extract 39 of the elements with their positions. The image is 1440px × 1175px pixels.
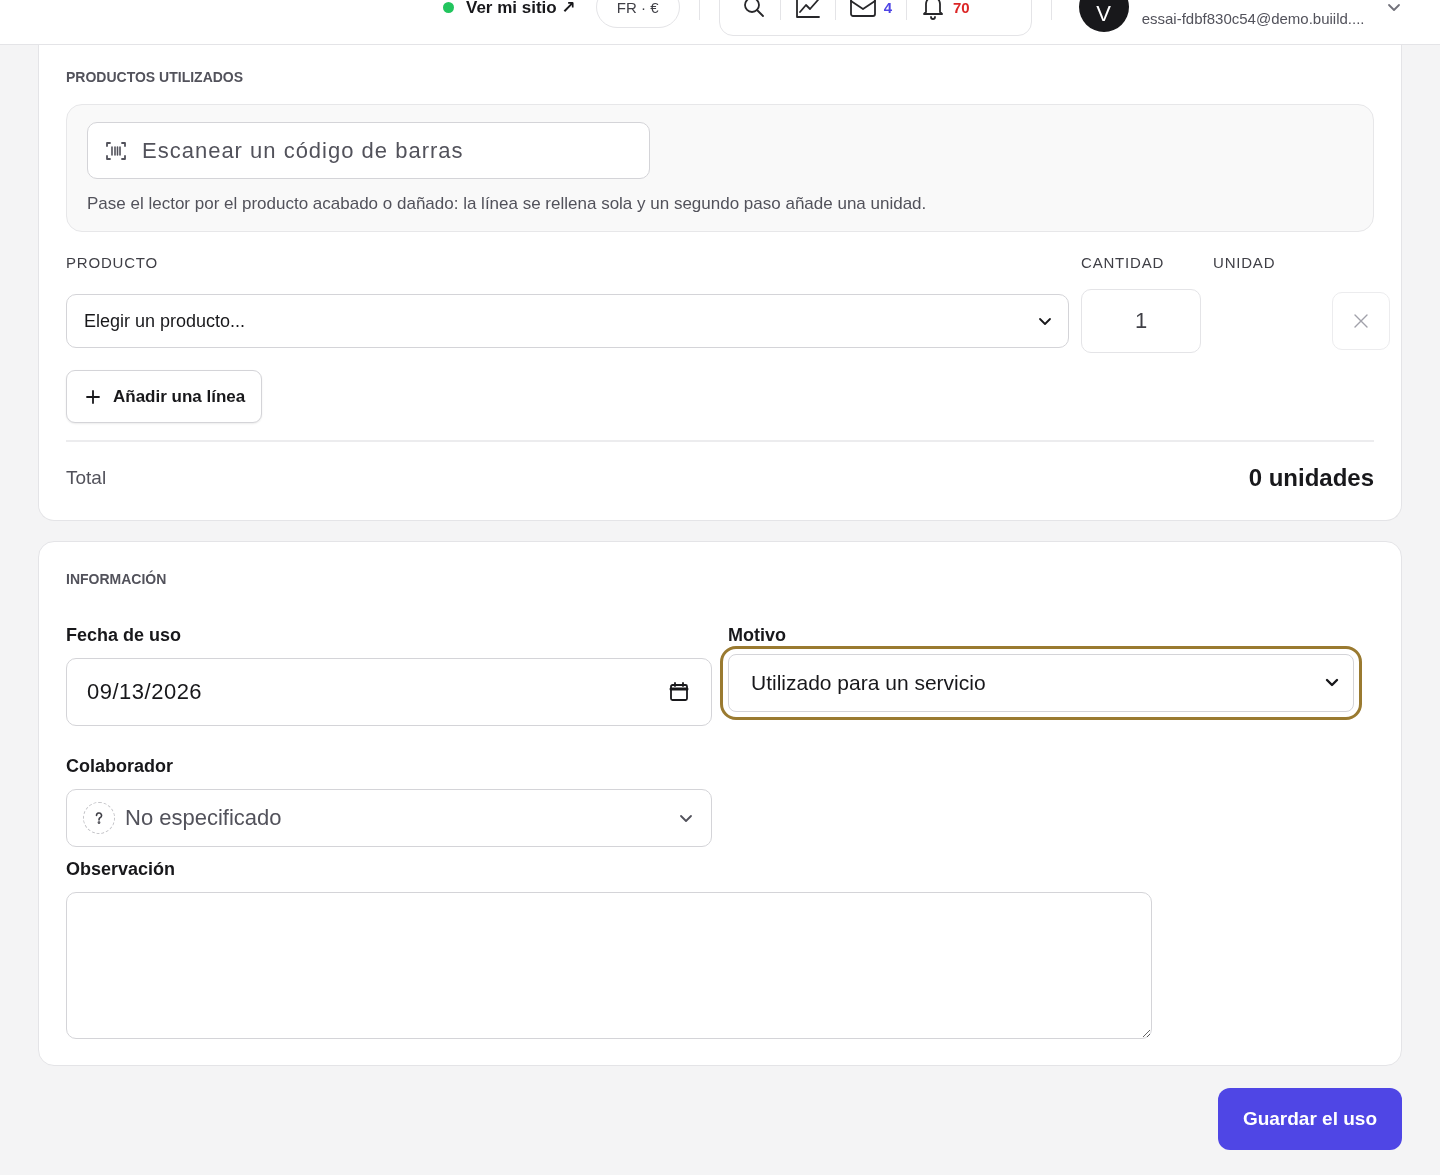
total-label: Total [66, 467, 107, 489]
chevron-down-icon [1325, 677, 1339, 689]
site-link[interactable]: Ver mi sitio ↗ [466, 0, 576, 18]
user-email: essai-fdbf830c54@demo.buiild.... [1141, 9, 1365, 27]
plus-icon [86, 389, 100, 404]
section-title: INFORMACIÓN [66, 571, 168, 587]
locale-button[interactable]: FR · € [595, 0, 680, 28]
chevron-down-icon [679, 812, 693, 824]
notifications-button[interactable]: 70 [911, 0, 980, 20]
messages-button[interactable]: 4 [839, 0, 902, 18]
close-icon [1354, 314, 1368, 328]
chevron-down-icon [1038, 315, 1052, 327]
column-header: PRODUCTO [66, 254, 159, 271]
collaborator-select[interactable]: No especificado [66, 789, 712, 847]
date-field[interactable]: 09/13/2026 [66, 658, 712, 726]
chevron-down-icon [1386, 1, 1401, 13]
question-icon [94, 812, 104, 824]
calendar-icon [669, 682, 689, 702]
column-header: UNIDAD [1213, 254, 1277, 271]
total-value: 0 unidades [1248, 464, 1374, 492]
section-title: PRODUCTOS UTILIZADOS [66, 69, 245, 85]
line-chart-icon [794, 0, 821, 19]
column-header: CANTIDAD [1081, 254, 1166, 271]
avatar[interactable]: V [1078, 0, 1129, 32]
search-icon [741, 0, 766, 19]
product-select[interactable]: Elegir un producto... [66, 294, 1069, 348]
field-label: Colaborador [66, 756, 174, 777]
save-button[interactable]: Guardar el uso [1217, 1088, 1402, 1150]
mail-icon [849, 0, 876, 18]
barcode-search-field[interactable]: Escanear un código de barras [87, 122, 650, 179]
field-label: Observación [66, 859, 177, 880]
scan-hint: Pase el lector por el producto acabado o dañado: la línea se rellena sola y un segundo paso añade una unidad. [87, 194, 928, 214]
field-label: Motivo [728, 625, 787, 646]
bell-icon [921, 0, 945, 20]
add-line-button[interactable]: Añadir una línea [66, 370, 263, 423]
field-label: Fecha de uso [66, 625, 183, 646]
notes-field[interactable] [66, 892, 1152, 1039]
quantity-field[interactable]: 1 [1081, 289, 1201, 353]
barcode-icon [105, 140, 127, 162]
